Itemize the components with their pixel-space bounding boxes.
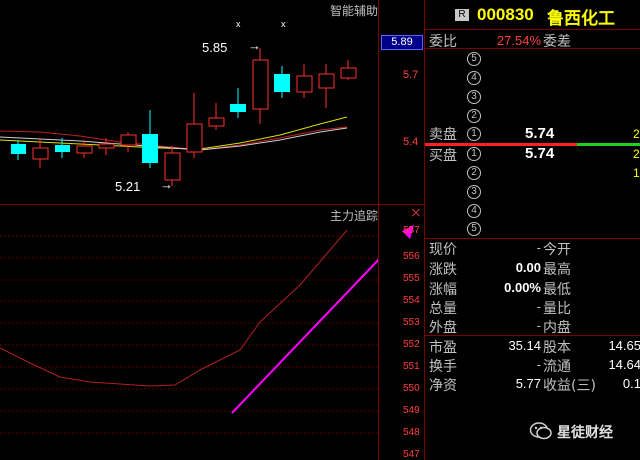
stock-code: 000830 <box>477 5 534 24</box>
sell-price-1[interactable]: 5.74 <box>525 125 554 142</box>
sub-chart-panel[interactable]: 主力追踪 × 557 556 555 554 553 552 551 550 5… <box>0 205 424 460</box>
webi-value: 27.54% <box>496 33 541 48</box>
value-volume: - <box>536 299 541 314</box>
value-net-asset: 5.77 <box>515 376 541 391</box>
candle-13 <box>274 66 290 98</box>
value-float: 14.64 <box>608 357 640 372</box>
value-eps: 0.1 <box>622 376 640 391</box>
buy-ratio-bar <box>577 143 640 146</box>
buy-price-1[interactable]: 5.74 <box>525 145 554 162</box>
sell-volume-1: 2 <box>633 127 640 141</box>
value-pe: 35.14 <box>508 338 541 353</box>
buy-level-2: 2 <box>467 166 481 180</box>
sub-tick: 552 <box>403 339 420 350</box>
label-vol-ratio: 量比 <box>543 301 571 317</box>
candle-1 <box>11 140 26 160</box>
sub-tick: 548 <box>403 427 420 438</box>
wechat-icon <box>529 422 552 440</box>
candle-16 <box>340 60 357 80</box>
sub-axis: 557 556 555 554 553 552 551 550 549 548 … <box>378 205 424 460</box>
label-pe: 市盈 <box>429 340 457 356</box>
value-price: - <box>536 240 541 255</box>
marker-x-1: x <box>236 19 241 29</box>
candle-11 <box>230 88 246 118</box>
candle-6 <box>120 132 137 152</box>
value-share-capital: 14.65 <box>608 338 640 353</box>
label-pct: 涨幅 <box>429 282 457 298</box>
candle-10 <box>208 103 225 130</box>
quote-header: R 000830 鲁西化工 <box>425 0 640 30</box>
quote-table: 现价 - 今开 涨跌 0.00 最高 涨幅 0.00% 最低 总量 - 量比 外… <box>425 239 640 460</box>
sub-tick: 555 <box>403 273 420 284</box>
stock-name: 鲁西化工 <box>547 9 615 29</box>
buy-level-1: 1 <box>467 147 481 161</box>
buy-level-3: 3 <box>467 185 481 199</box>
price-tick-5.4: 5.4 <box>403 136 419 148</box>
candle-4 <box>76 140 93 158</box>
price-axis: 5.89 5.7 5.4 <box>378 0 424 205</box>
sell-level-4: 4 <box>467 71 481 85</box>
sub-tick: 549 <box>403 405 420 416</box>
main-force-chart <box>0 229 378 434</box>
label-outer: 外盘 <box>429 320 457 336</box>
divider <box>425 335 640 336</box>
current-price-tag: 5.89 <box>381 35 423 50</box>
value-pct: 0.00% <box>504 280 541 295</box>
sell-level-2: 2 <box>467 109 481 123</box>
label-change: 涨跌 <box>429 262 457 278</box>
candle-15 <box>318 64 335 108</box>
watermark-text: 星徒财经 <box>557 425 613 441</box>
candle-9 <box>186 93 203 158</box>
divider <box>425 48 640 49</box>
candle-7 <box>142 110 158 168</box>
sub-tick: 553 <box>403 317 420 328</box>
margin-badge: R <box>455 9 469 21</box>
label-inner: 内盘 <box>543 320 571 336</box>
price-tick-5.7: 5.7 <box>403 69 419 81</box>
buy-volume-1: 2 <box>633 147 640 161</box>
label-low: 最低 <box>543 282 571 298</box>
marker-x-2: x <box>281 19 286 29</box>
main-force-line <box>0 229 348 387</box>
sell-level-1: 1 <box>467 127 481 141</box>
candle-12 <box>252 48 269 124</box>
sub-tick: 554 <box>403 295 420 306</box>
high-annotation: 5.85 <box>202 40 227 55</box>
sub-tick: 547 <box>403 449 420 460</box>
label-open: 今开 <box>543 242 571 258</box>
sell-label: 卖盘 <box>429 127 457 143</box>
label-high: 最高 <box>543 262 571 278</box>
low-arrow: → <box>160 177 173 192</box>
value-change: 0.00 <box>515 260 541 275</box>
value-turnover: - <box>536 357 541 372</box>
label-price: 现价 <box>429 242 457 258</box>
label-share-capital: 股本 <box>543 340 571 356</box>
sub-tick: 556 <box>403 251 420 262</box>
sub-tick: 550 <box>403 383 420 394</box>
low-annotation: 5.21 <box>115 179 140 194</box>
sub-tick: 557 <box>403 225 420 236</box>
candle-14 <box>296 64 313 98</box>
label-float: 流通 <box>543 359 571 375</box>
label-turnover: 换手 <box>429 359 457 375</box>
buy-volume-2: 1 <box>633 166 640 180</box>
label-net-asset: 净资 <box>429 378 457 394</box>
quote-panel: R 000830 鲁西化工 委比 27.54% 委差 5 4 3 2 卖盘 1 … <box>424 0 640 460</box>
watermark: 星徒财经 <box>529 419 640 445</box>
value-outer: - <box>536 318 541 333</box>
buy-level-5: 5 <box>467 222 481 236</box>
label-volume: 总量 <box>429 301 457 317</box>
sell-level-3: 3 <box>467 90 481 104</box>
buy-level-4: 4 <box>467 204 481 218</box>
sub-tick: 551 <box>403 361 420 372</box>
high-arrow: → <box>248 38 261 53</box>
candle-3 <box>55 138 70 158</box>
buy-label: 买盘 <box>429 148 457 164</box>
sell-level-5: 5 <box>467 52 481 66</box>
main-chart-panel[interactable]: 智能辅助 5.85 → 5.21 → x x 5.89 5.7 5.4 <box>0 0 424 205</box>
candlestick-chart: 5.85 → 5.21 → x x <box>0 19 357 194</box>
